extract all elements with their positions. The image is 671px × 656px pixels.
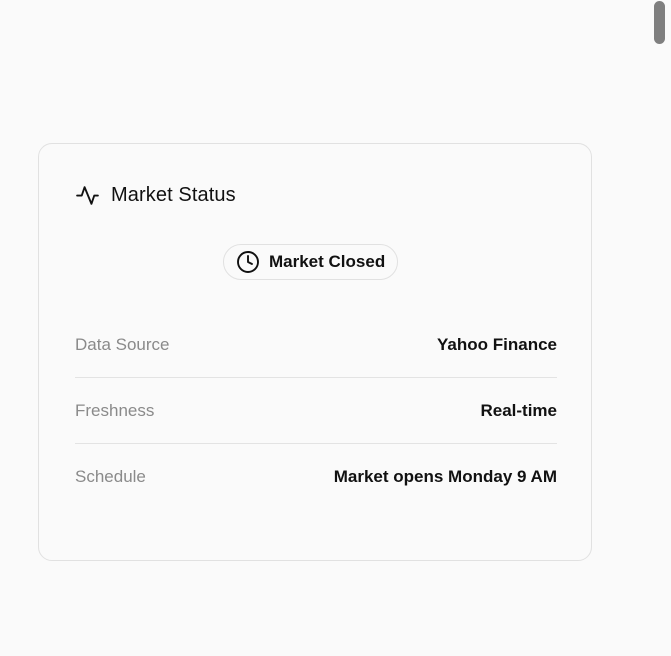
scrollbar-thumb[interactable] [654, 1, 665, 44]
activity-icon [75, 183, 100, 208]
clock-icon [236, 250, 260, 274]
info-row-schedule: Schedule Market opens Monday 9 AM [75, 444, 557, 510]
info-list: Data Source Yahoo Finance Freshness Real… [75, 312, 557, 510]
market-status-badge: Market Closed [223, 244, 399, 280]
schedule-value: Market opens Monday 9 AM [333, 467, 557, 486]
market-status-card: Market Status Market Closed Data Source … [38, 143, 592, 561]
page: Market Status Market Closed Data Source … [0, 0, 671, 656]
info-row-data-source: Data Source Yahoo Finance [75, 312, 557, 378]
card-title: Market Status [111, 183, 236, 206]
scrollbar[interactable] [647, 0, 671, 656]
data-source-value: Yahoo Finance [437, 334, 557, 354]
freshness-value: Real-time [480, 400, 557, 420]
freshness-label: Freshness [75, 400, 155, 420]
schedule-label: Schedule [75, 467, 146, 486]
card-header: Market Status [75, 180, 236, 210]
data-source-label: Data Source [75, 334, 170, 354]
info-row-freshness: Freshness Real-time [75, 378, 557, 444]
market-status-label: Market Closed [269, 252, 386, 271]
